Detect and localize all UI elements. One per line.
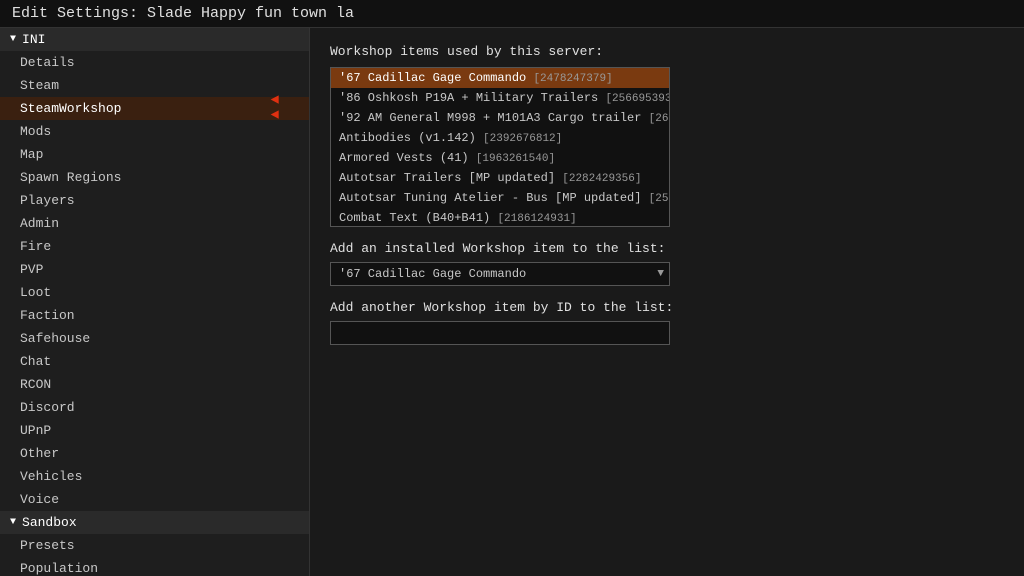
sidebar-item-steamworkshop[interactable]: SteamWorkshop ◄ ◄ xyxy=(0,97,309,120)
sidebar-item-map[interactable]: Map xyxy=(0,143,309,166)
sidebar-item-presets[interactable]: Presets xyxy=(0,534,309,557)
workshop-item-name-6: Autotsar Tuning Atelier - Bus [MP update… xyxy=(339,191,641,205)
workshop-item-1[interactable]: '86 Oshkosh P19A + Military Trailers [25… xyxy=(331,88,669,108)
content-area: Workshop items used by this server: '67 … xyxy=(310,28,1024,576)
workshop-item-id-2: [2642541073] xyxy=(649,113,670,125)
main-layout: ▼ INI Details Steam SteamWorkshop ◄ ◄ Mo… xyxy=(0,28,1024,576)
sidebar-item-voice[interactable]: Voice xyxy=(0,488,309,511)
add-installed-title: Add an installed Workshop item to the li… xyxy=(330,241,1004,256)
workshop-item-3[interactable]: Antibodies (v1.142) [2392676812] xyxy=(331,128,669,148)
workshop-item-7[interactable]: Combat Text (B40+B41) [2186124931] xyxy=(331,208,669,227)
sidebar-item-mods[interactable]: Mods xyxy=(0,120,309,143)
workshop-item-id-6: [2592358528] xyxy=(649,193,670,205)
workshop-section-title: Workshop items used by this server: xyxy=(330,44,1004,59)
workshop-item-name-1: '86 Oshkosh P19A + Military Trailers xyxy=(339,91,598,105)
workshop-item-id-1: [2566953935] xyxy=(605,93,670,105)
ini-arrow-icon: ▼ xyxy=(10,34,16,45)
sidebar-item-players[interactable]: Players xyxy=(0,189,309,212)
sidebar-item-admin[interactable]: Admin xyxy=(0,212,309,235)
sidebar-item-details[interactable]: Details xyxy=(0,51,309,74)
sandbox-arrow-icon: ▼ xyxy=(10,517,16,528)
add-installed-section: Add an installed Workshop item to the li… xyxy=(330,241,1004,286)
workshop-item-name-7: Combat Text (B40+B41) xyxy=(339,211,490,225)
add-installed-dropdown[interactable]: '67 Cadillac Gage Commando '86 Oshkosh P… xyxy=(330,262,670,286)
workshop-item-name-5: Autotsar Trailers [MP updated] xyxy=(339,171,555,185)
red-arrows: ◄ ◄ xyxy=(271,93,279,124)
red-arrow-1: ◄ xyxy=(271,93,279,108)
workshop-item-id-0: [2478247379] xyxy=(533,73,612,85)
red-arrow-2: ◄ xyxy=(271,109,279,124)
workshop-item-2[interactable]: '92 AM General M998 + M101A3 Cargo trail… xyxy=(331,108,669,128)
sidebar-item-loot[interactable]: Loot xyxy=(0,281,309,304)
workshop-item-0[interactable]: '67 Cadillac Gage Commando [2478247379] xyxy=(331,68,669,88)
sidebar-item-fire[interactable]: Fire xyxy=(0,235,309,258)
add-installed-dropdown-container: '67 Cadillac Gage Commando '86 Oshkosh P… xyxy=(330,262,670,286)
sidebar-scroll-container: ▼ INI Details Steam SteamWorkshop ◄ ◄ Mo… xyxy=(0,28,309,576)
add-by-id-input[interactable] xyxy=(330,321,670,345)
workshop-item-id-3: [2392676812] xyxy=(483,133,562,145)
sandbox-section-label: Sandbox xyxy=(22,515,77,530)
workshop-list[interactable]: '67 Cadillac Gage Commando [2478247379] … xyxy=(330,67,670,227)
window-title: Edit Settings: Slade Happy fun town la xyxy=(12,5,354,22)
sidebar-item-safehouse[interactable]: Safehouse xyxy=(0,327,309,350)
workshop-item-5[interactable]: Autotsar Trailers [MP updated] [22824293… xyxy=(331,168,669,188)
add-by-id-title: Add another Workshop item by ID to the l… xyxy=(330,300,1004,315)
sidebar-section-sandbox[interactable]: ▼ Sandbox xyxy=(0,511,309,534)
add-by-id-section: Add another Workshop item by ID to the l… xyxy=(330,300,1004,345)
title-bar: Edit Settings: Slade Happy fun town la xyxy=(0,0,1024,28)
sidebar-section-ini[interactable]: ▼ INI xyxy=(0,28,309,51)
workshop-item-id-7: [2186124931] xyxy=(497,213,576,225)
sidebar-item-spawnregions[interactable]: Spawn Regions xyxy=(0,166,309,189)
workshop-item-name-0: '67 Cadillac Gage Commando xyxy=(339,71,526,85)
sidebar-item-chat[interactable]: Chat xyxy=(0,350,309,373)
sidebar-item-faction[interactable]: Faction xyxy=(0,304,309,327)
sidebar[interactable]: ▼ INI Details Steam SteamWorkshop ◄ ◄ Mo… xyxy=(0,28,310,576)
ini-section-label: INI xyxy=(22,32,45,47)
workshop-item-id-4: [1963261540] xyxy=(476,153,555,165)
sidebar-item-population[interactable]: Population xyxy=(0,557,309,576)
workshop-item-name-2: '92 AM General M998 + M101A3 Cargo trail… xyxy=(339,111,641,125)
workshop-item-6[interactable]: Autotsar Tuning Atelier - Bus [MP update… xyxy=(331,188,669,208)
workshop-item-name-3: Antibodies (v1.142) xyxy=(339,131,476,145)
workshop-item-id-5: [2282429356] xyxy=(562,173,641,185)
sidebar-item-rcon[interactable]: RCON xyxy=(0,373,309,396)
workshop-item-4[interactable]: Armored Vests (41) [1963261540] xyxy=(331,148,669,168)
sidebar-item-other[interactable]: Other xyxy=(0,442,309,465)
sidebar-item-pvp[interactable]: PVP xyxy=(0,258,309,281)
workshop-item-name-4: Armored Vests (41) xyxy=(339,151,469,165)
sidebar-item-vehicles[interactable]: Vehicles xyxy=(0,465,309,488)
sidebar-item-discord[interactable]: Discord xyxy=(0,396,309,419)
sidebar-item-upnp[interactable]: UPnP xyxy=(0,419,309,442)
sidebar-item-steam[interactable]: Steam xyxy=(0,74,309,97)
